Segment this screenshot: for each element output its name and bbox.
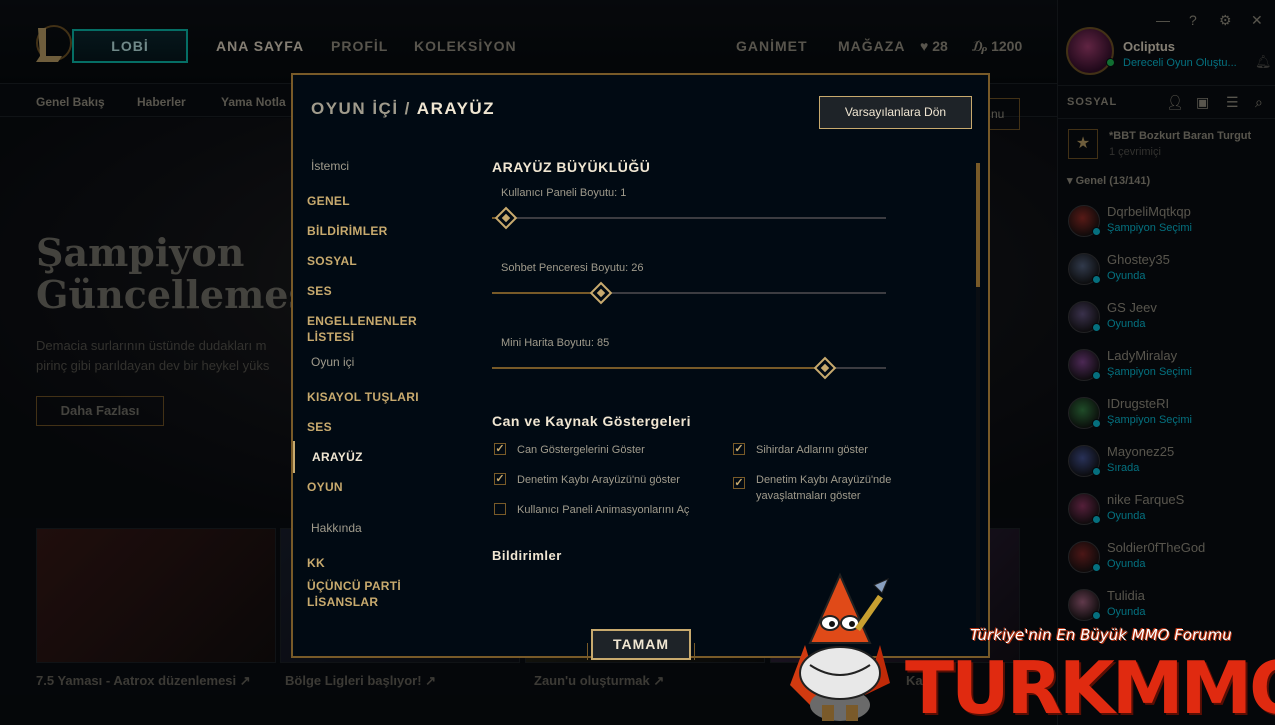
breadcrumb-separator: / xyxy=(404,99,411,118)
show-cc-slows-label: Denetim Kaybı Arayüzü'nde yavaşlatmaları… xyxy=(756,474,892,502)
mascot-watermark-icon xyxy=(790,572,890,721)
sidebar-group-client: İstemci xyxy=(311,159,350,173)
sidebar-item-social[interactable]: SOSYAL xyxy=(307,253,467,269)
chat-size-thumb[interactable] xyxy=(589,281,613,305)
sidebar-item-sound[interactable]: SES xyxy=(307,283,467,299)
breadcrumb-current: ARAYÜZ xyxy=(416,99,496,118)
sidebar-item-tos[interactable]: KK xyxy=(307,555,467,571)
sidebar-group-about: Hakkında xyxy=(311,521,362,535)
user-panel-size-thumb[interactable] xyxy=(494,206,518,230)
ok-button[interactable]: TAMAM xyxy=(591,629,691,660)
show-summoner-names-label: Sihirdar Adlarını göster xyxy=(756,444,868,456)
show-cc-ui-label: Denetim Kaybı Arayüzü'nü göster xyxy=(517,474,680,486)
user-panel-size-label: Kullanıcı Paneli Boyutu: 1 xyxy=(501,187,627,199)
show-cc-slows-checkbox[interactable]: ✓ xyxy=(733,477,745,489)
show-cc-ui-checkbox[interactable]: ✓ xyxy=(494,473,506,485)
breadcrumb-parent: OYUN İÇİ xyxy=(311,99,399,118)
restore-defaults-button[interactable]: Varsayılanlara Dön xyxy=(819,96,972,129)
sidebar-item-general[interactable]: GENEL xyxy=(307,193,467,209)
show-health-bars-checkbox[interactable]: ✓ xyxy=(494,443,506,455)
interface-size-title: ARAYÜZ BÜYÜKLÜĞÜ xyxy=(492,159,651,175)
user-panel-animations-label: Kullanıcı Paneli Animasyonlarını Aç xyxy=(517,504,690,516)
chat-size-slider[interactable] xyxy=(492,292,886,294)
user-panel-animations-checkbox[interactable] xyxy=(494,503,506,515)
chat-size-label: Sohbet Penceresi Boyutu: 26 xyxy=(501,262,644,274)
sidebar-item-notifications[interactable]: BİLDİRİMLER xyxy=(307,223,467,239)
sidebar-item-third-party-licenses[interactable]: ÜÇÜNCÜ PARTİ LİSANSLAR xyxy=(307,578,407,610)
show-summoner-names-checkbox[interactable]: ✓ xyxy=(733,443,745,455)
chat-size-fill xyxy=(492,292,601,294)
minimap-size-thumb[interactable] xyxy=(813,356,837,380)
sidebar-item-interface[interactable]: ARAYÜZ xyxy=(312,449,472,465)
show-health-bars-label: Can Göstergelerini Göster xyxy=(517,444,645,456)
sidebar-item-hotkeys[interactable]: KISAYOL TUŞLARI xyxy=(307,389,467,405)
notifications-section-title: Bildirimler xyxy=(492,548,562,563)
user-panel-size-slider[interactable] xyxy=(492,217,886,219)
minimap-size-label: Mini Harita Boyutu: 85 xyxy=(501,337,610,349)
watermark-tagline: Türkiye'nin En Büyük MMO Forumu xyxy=(970,626,1232,644)
health-section-title: Can ve Kaynak Göstergeleri xyxy=(492,413,691,429)
watermark-brand: TURKMMO xyxy=(905,646,1275,725)
sidebar-active-indicator xyxy=(293,441,295,473)
modal-breadcrumb: OYUN İÇİ / ARAYÜZ xyxy=(311,99,495,119)
sidebar-group-ingame: Oyun içi xyxy=(311,355,355,369)
sidebar-item-ingame-sound[interactable]: SES xyxy=(307,419,467,435)
minimap-size-fill xyxy=(492,367,825,369)
sidebar-item-blocked-list[interactable]: ENGELLENENLER LİSTESİ xyxy=(307,313,467,345)
scrollbar-thumb[interactable] xyxy=(976,163,980,287)
sidebar-item-game[interactable]: OYUN xyxy=(307,479,467,495)
